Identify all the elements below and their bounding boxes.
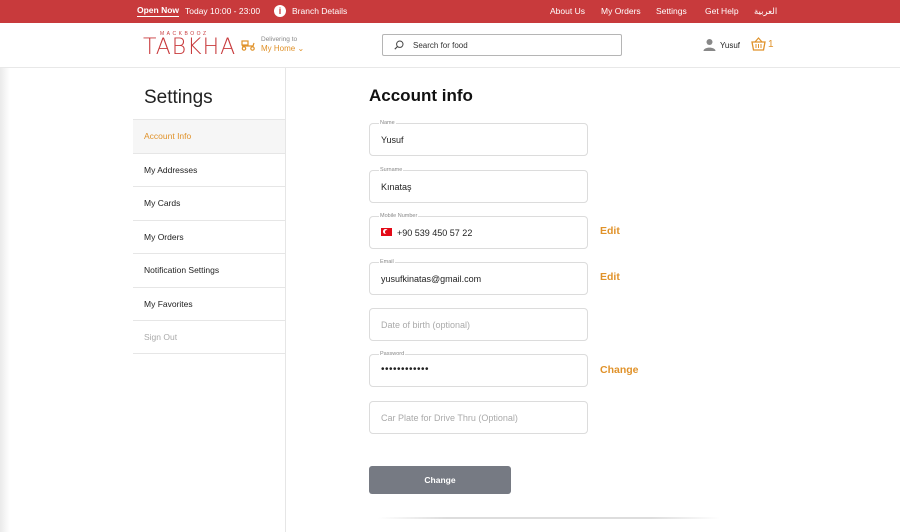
top-bar: Open Now Today 10:00 - 23:00 i Branch De… — [0, 0, 900, 23]
sidebar-item-my-cards[interactable]: My Cards — [133, 186, 285, 220]
mobile-number-field[interactable]: Mobile Number +90 539 450 57 22 — [369, 213, 588, 249]
sidebar-item-sign-out[interactable]: Sign Out — [133, 320, 285, 354]
search-icon — [394, 40, 404, 50]
sidebar-item-my-addresses[interactable]: My Addresses — [133, 152, 285, 187]
nav-settings[interactable]: Settings — [656, 6, 687, 16]
nav-language-arabic[interactable]: العربية — [754, 6, 777, 17]
email-field[interactable]: Email yusufkinatas@gmail.com — [369, 259, 588, 295]
sidebar-title: Settings — [144, 87, 213, 108]
info-icon[interactable]: i — [274, 5, 286, 17]
sidebar-item-my-favorites[interactable]: My Favorites — [133, 286, 285, 321]
search-input[interactable] — [413, 38, 613, 52]
mobile-number-label: Mobile Number — [379, 213, 419, 219]
surname-field-label: Surname — [379, 167, 404, 173]
nav-about-us[interactable]: About Us — [550, 6, 585, 16]
change-password-link[interactable]: Change — [600, 364, 639, 376]
branch-details-link[interactable]: Branch Details — [292, 6, 347, 16]
chevron-down-icon: ⌄ — [297, 44, 305, 53]
open-now-status: Open Now — [137, 5, 180, 17]
user-icon[interactable] — [703, 38, 716, 51]
email-field-label: Email — [379, 259, 395, 265]
settings-menu: Account Info My Addresses My Cards My Or… — [133, 119, 285, 354]
sidebar-item-notification-settings[interactable]: Notification Settings — [133, 253, 285, 287]
divider — [378, 517, 720, 519]
delivery-address-selector[interactable]: My Home ⌄ — [261, 44, 304, 53]
cart-count-badge[interactable]: 1 — [768, 39, 774, 50]
turkey-flag-icon — [381, 228, 392, 236]
scooter-icon — [241, 40, 255, 51]
sidebar-item-my-orders[interactable]: My Orders — [133, 219, 285, 254]
page-title: Account info — [369, 86, 473, 105]
page-edge-shadow — [0, 68, 10, 532]
settings-sidebar: Settings Account Info My Addresses My Ca… — [133, 68, 286, 532]
header: MACKBOOZ TABKHA Delivering to My Home ⌄ … — [0, 23, 900, 68]
password-field-label: Password — [379, 351, 406, 357]
nav-get-help[interactable]: Get Help — [705, 6, 739, 16]
password-field-value: •••••••••••• — [381, 364, 430, 375]
surname-field-value: Kınataş — [381, 182, 412, 192]
password-field[interactable]: Password •••••••••••• — [369, 351, 588, 387]
basket-icon[interactable] — [751, 37, 766, 51]
opening-hours: Today 10:00 - 23:00 — [185, 6, 261, 16]
user-name[interactable]: Yusuf — [720, 41, 740, 50]
email-field-value: yusufkinatas@gmail.com — [381, 274, 482, 284]
delivering-to-label: Delivering to — [261, 36, 298, 43]
date-of-birth-field[interactable]: Date of birth (optional) — [369, 308, 588, 341]
search-box[interactable] — [382, 34, 622, 56]
logo[interactable]: TABKHA — [143, 35, 236, 60]
sidebar-item-account-info[interactable]: Account Info — [133, 119, 285, 153]
name-field-label: Name — [379, 120, 396, 126]
edit-mobile-link[interactable]: Edit — [600, 225, 620, 237]
surname-field[interactable]: Surname Kınataş — [369, 167, 588, 203]
date-of-birth-placeholder: Date of birth (optional) — [381, 320, 471, 330]
car-plate-placeholder: Car Plate for Drive Thru (Optional) — [381, 413, 518, 423]
mobile-number-value: +90 539 450 57 22 — [397, 228, 473, 238]
name-field-value: Yusuf — [381, 135, 404, 145]
nav-my-orders[interactable]: My Orders — [601, 6, 641, 16]
change-button[interactable]: Change — [369, 466, 511, 494]
car-plate-field[interactable]: Car Plate for Drive Thru (Optional) — [369, 401, 588, 434]
edit-email-link[interactable]: Edit — [600, 271, 620, 283]
name-field[interactable]: Name Yusuf — [369, 120, 588, 156]
delivery-address-value: My Home — [261, 44, 296, 53]
